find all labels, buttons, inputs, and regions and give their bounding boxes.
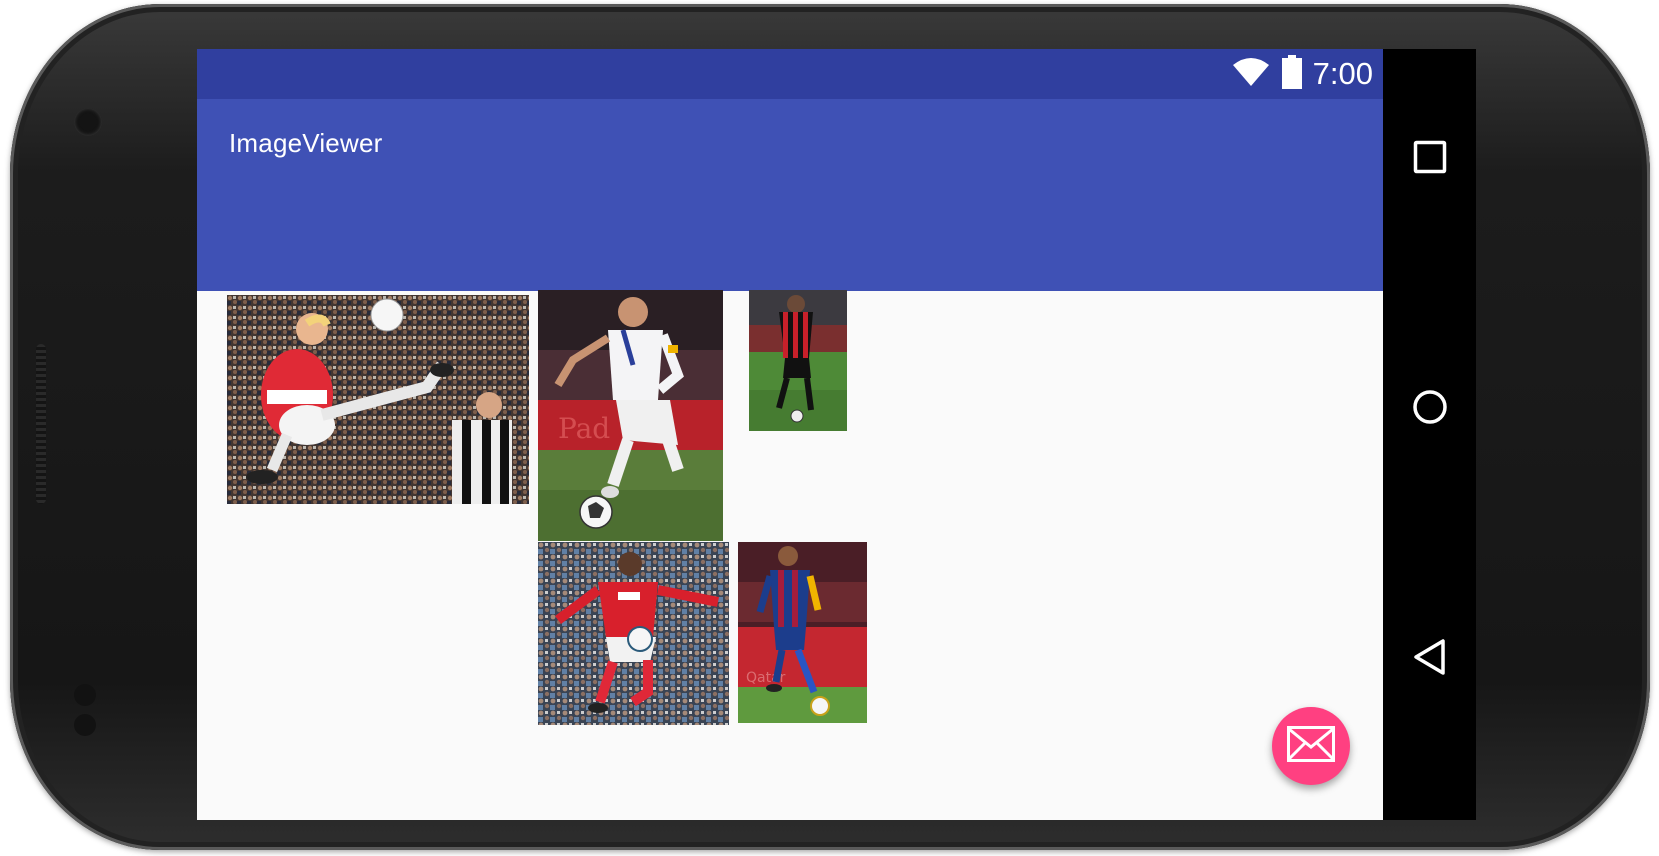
- mail-icon: [1287, 725, 1335, 767]
- status-bar: 7:00: [197, 49, 1383, 99]
- back-button[interactable]: [1383, 619, 1476, 699]
- photo-arsenal-control[interactable]: [538, 542, 729, 725]
- app-window: 7:00 ImageViewer Pad Qatar: [197, 49, 1383, 820]
- sensor-dot: [74, 714, 96, 736]
- photo-arsenal-volley[interactable]: [227, 295, 529, 504]
- recents-icon: [1413, 140, 1447, 179]
- home-button[interactable]: [1383, 369, 1476, 449]
- nav-bar: [1383, 49, 1476, 820]
- sensor-dot: [74, 684, 96, 706]
- front-camera: [74, 108, 102, 136]
- wifi-icon: [1231, 57, 1271, 92]
- app-bar: ImageViewer: [197, 99, 1383, 291]
- mail-fab-button[interactable]: [1272, 707, 1350, 785]
- back-icon: [1413, 638, 1447, 680]
- svg-text:Pad: Pad: [558, 412, 610, 445]
- battery-icon: [1281, 54, 1303, 94]
- speaker-grille: [36, 344, 46, 504]
- photo-barcelona-forward[interactable]: Qatar: [738, 542, 867, 723]
- recents-button[interactable]: [1383, 119, 1476, 199]
- device-frame: 7:00 ImageViewer Pad Qatar: [10, 4, 1650, 850]
- photo-milan-striker[interactable]: [749, 290, 847, 431]
- photo-france-dribble[interactable]: Pad: [538, 290, 723, 541]
- home-icon: [1412, 389, 1448, 430]
- app-title: ImageViewer: [229, 128, 383, 158]
- status-time: 7:00: [1312, 56, 1373, 91]
- device-screen: 7:00 ImageViewer Pad Qatar: [197, 49, 1476, 820]
